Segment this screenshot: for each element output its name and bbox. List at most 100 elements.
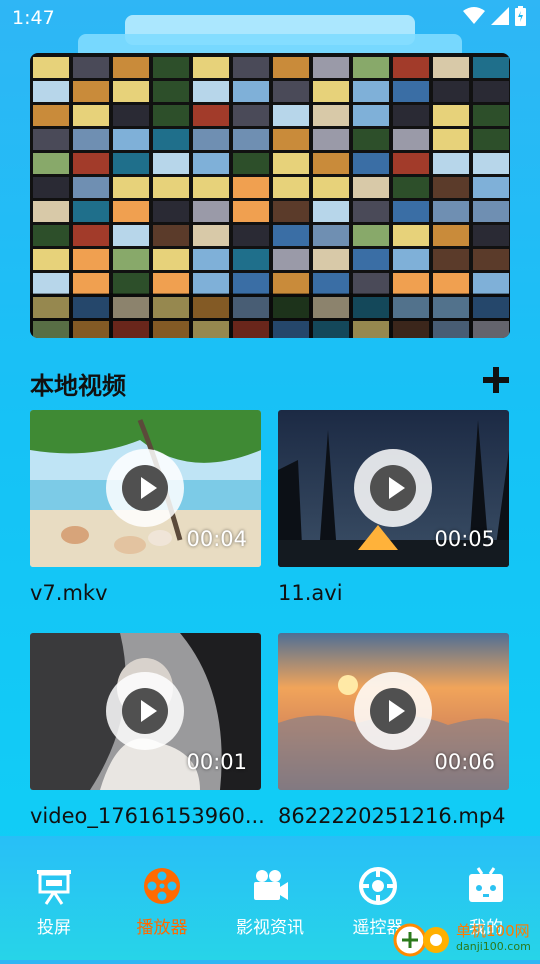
- nav-item-news[interactable]: 影视资讯: [220, 866, 320, 938]
- video-wall-tile: [73, 201, 109, 222]
- video-wall-tile: [433, 201, 469, 222]
- video-wall-tile: [393, 129, 429, 150]
- video-wall-tile: [193, 273, 229, 294]
- video-duration: 00:01: [186, 750, 247, 774]
- video-wall-tile: [273, 153, 309, 174]
- video-wall-tile: [273, 105, 309, 126]
- video-thumbnail[interactable]: 00:05: [278, 410, 509, 567]
- video-wall-tile: [273, 81, 309, 102]
- remote-control-icon: [359, 867, 397, 905]
- video-wall-tile: [113, 225, 149, 246]
- nav-label: 投屏: [37, 918, 71, 938]
- video-wall-tile: [153, 249, 189, 270]
- video-wall-tile: [313, 153, 349, 174]
- video-wall-tile: [313, 177, 349, 198]
- video-wall-tile: [353, 105, 389, 126]
- video-wall-tile: [153, 153, 189, 174]
- video-card[interactable]: 00:06 8622220251216.mp4: [278, 633, 509, 828]
- video-wall-tile: [433, 153, 469, 174]
- video-wall-tile: [393, 57, 429, 78]
- video-filename: v7.mkv: [30, 581, 108, 605]
- video-wall-tile: [353, 201, 389, 222]
- nav-label: 播放器: [136, 918, 188, 938]
- video-thumbnail[interactable]: 00:01: [30, 633, 261, 790]
- video-wall-tile: [313, 129, 349, 150]
- video-wall-tile: [313, 81, 349, 102]
- status-time: 1:47: [12, 7, 55, 29]
- video-wall-tile: [433, 249, 469, 270]
- video-wall-tile: [313, 249, 349, 270]
- play-icon: [122, 465, 168, 511]
- video-card[interactable]: 00:01 video_17616153960...: [30, 633, 265, 828]
- video-wall-tile: [473, 273, 509, 294]
- video-wall-tile: [73, 177, 109, 198]
- video-wall-tile: [353, 249, 389, 270]
- video-duration: 00:05: [434, 527, 495, 551]
- video-wall-tile: [193, 153, 229, 174]
- video-wall-tile: [73, 105, 109, 126]
- video-wall-tile: [473, 105, 509, 126]
- video-wall-tile: [433, 129, 469, 150]
- video-duration: 00:06: [434, 750, 495, 774]
- video-wall-tile: [113, 153, 149, 174]
- video-wall-tile: [473, 249, 509, 270]
- play-button[interactable]: [106, 449, 184, 527]
- video-wall-tile: [433, 105, 469, 126]
- video-card[interactable]: 00:04 v7.mkv: [30, 410, 261, 605]
- video-wall-tile: [433, 273, 469, 294]
- video-wall-tile: [273, 129, 309, 150]
- nav-item-cast[interactable]: 投屏: [4, 866, 104, 938]
- video-wall-banner[interactable]: [30, 53, 510, 338]
- video-card[interactable]: 00:05 11.avi: [278, 410, 509, 605]
- video-wall-tile: [273, 177, 309, 198]
- video-wall-tile: [353, 153, 389, 174]
- play-button[interactable]: [354, 672, 432, 750]
- video-wall-tile: [113, 129, 149, 150]
- video-wall-tile: [473, 81, 509, 102]
- video-wall-tile: [473, 177, 509, 198]
- video-thumbnail[interactable]: 00:06: [278, 633, 509, 790]
- video-wall-tile: [33, 225, 69, 246]
- video-wall-tile: [233, 273, 269, 294]
- video-wall-tile: [273, 273, 309, 294]
- add-video-button[interactable]: [478, 362, 514, 398]
- video-wall-tile: [473, 201, 509, 222]
- video-wall-tile: [153, 273, 189, 294]
- video-wall-tile: [353, 225, 389, 246]
- video-wall-tile: [393, 177, 429, 198]
- site-watermark: 单机100网 danji100.com: [392, 916, 540, 960]
- nav-item-player[interactable]: 播放器: [112, 866, 212, 938]
- video-duration: 00:04: [186, 527, 247, 551]
- play-button[interactable]: [354, 449, 432, 527]
- video-wall-tile: [313, 57, 349, 78]
- video-wall-tile: [33, 201, 69, 222]
- video-wall-tile: [33, 105, 69, 126]
- video-wall-tile: [113, 57, 149, 78]
- video-camera-icon: [254, 870, 288, 900]
- video-wall-tile: [473, 129, 509, 150]
- video-wall-tile: [153, 129, 189, 150]
- video-wall-tile: [33, 81, 69, 102]
- video-wall-tile: [113, 201, 149, 222]
- video-wall-tile: [353, 273, 389, 294]
- video-wall-tile: [113, 105, 149, 126]
- video-wall-tile: [233, 81, 269, 102]
- video-wall-tile: [473, 225, 509, 246]
- video-wall-tile: [73, 225, 109, 246]
- watermark-title: 单机100网: [456, 922, 530, 940]
- video-filename: 11.avi: [278, 581, 343, 605]
- video-wall-tile: [33, 153, 69, 174]
- video-wall-tile: [273, 249, 309, 270]
- video-wall-tile: [273, 201, 309, 222]
- video-wall-tile: [33, 177, 69, 198]
- play-button[interactable]: [106, 672, 184, 750]
- video-thumbnail[interactable]: 00:04: [30, 410, 261, 567]
- video-wall-tile: [193, 105, 229, 126]
- tv-profile-icon: [469, 867, 503, 902]
- video-wall-tile: [353, 81, 389, 102]
- video-wall-tile: [193, 201, 229, 222]
- video-wall-tile: [353, 129, 389, 150]
- video-wall-tile: [313, 273, 349, 294]
- video-wall-tile: [233, 57, 269, 78]
- battery-icon: [515, 6, 526, 26]
